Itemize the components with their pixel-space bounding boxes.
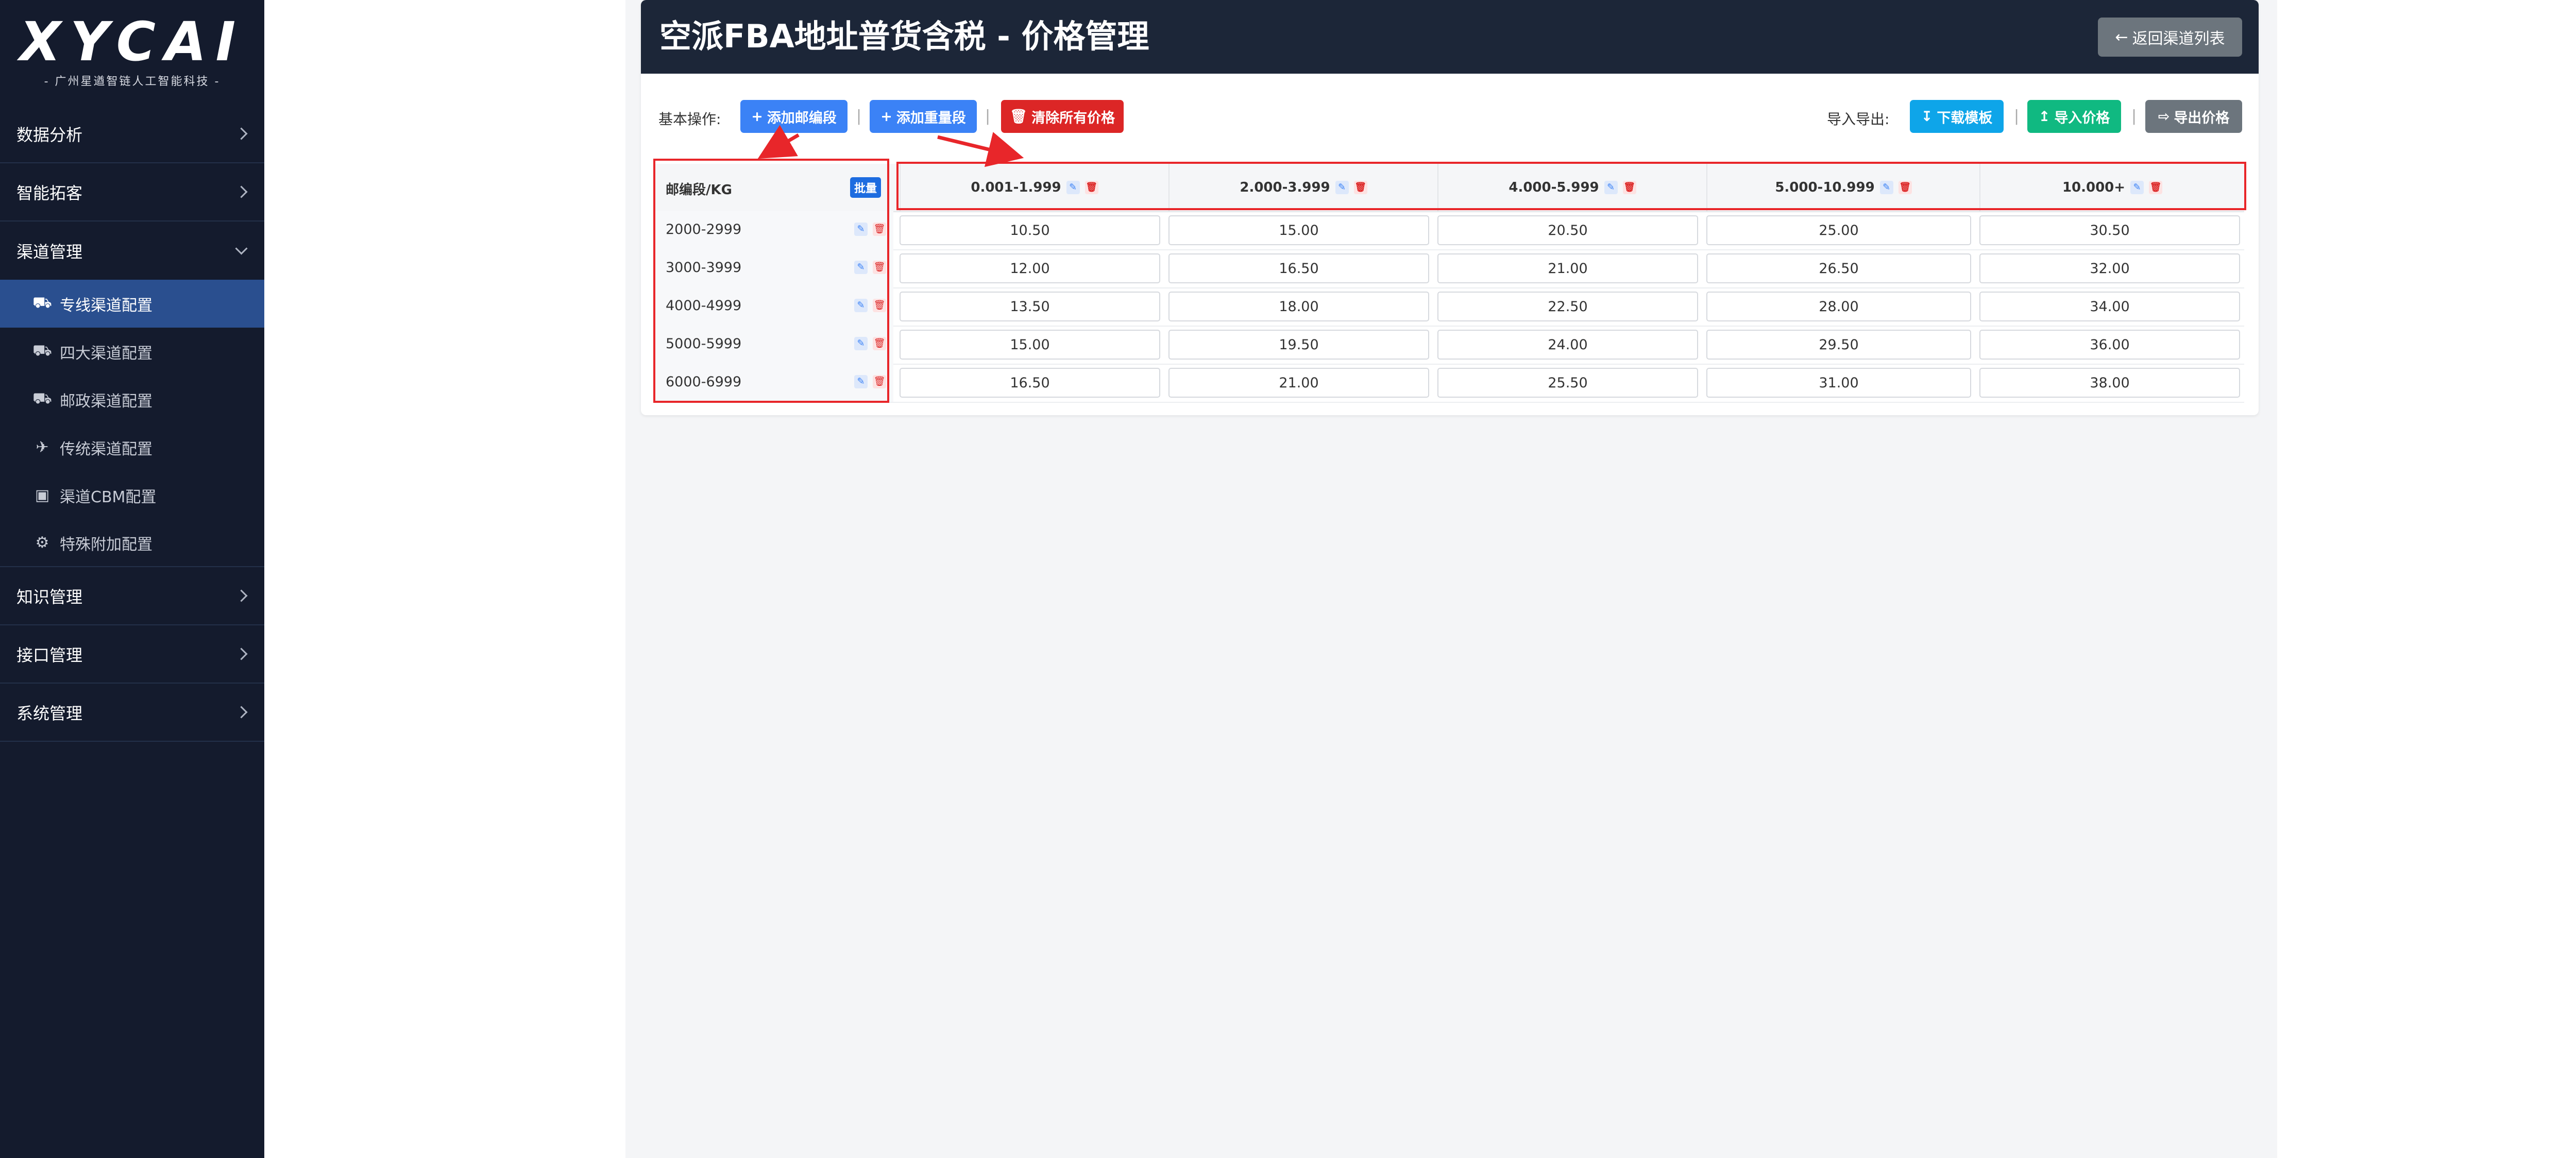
annotation-arrows <box>757 125 1024 167</box>
arrow-to-zip-column <box>757 125 800 159</box>
arrow-to-weight-header <box>937 132 1024 167</box>
